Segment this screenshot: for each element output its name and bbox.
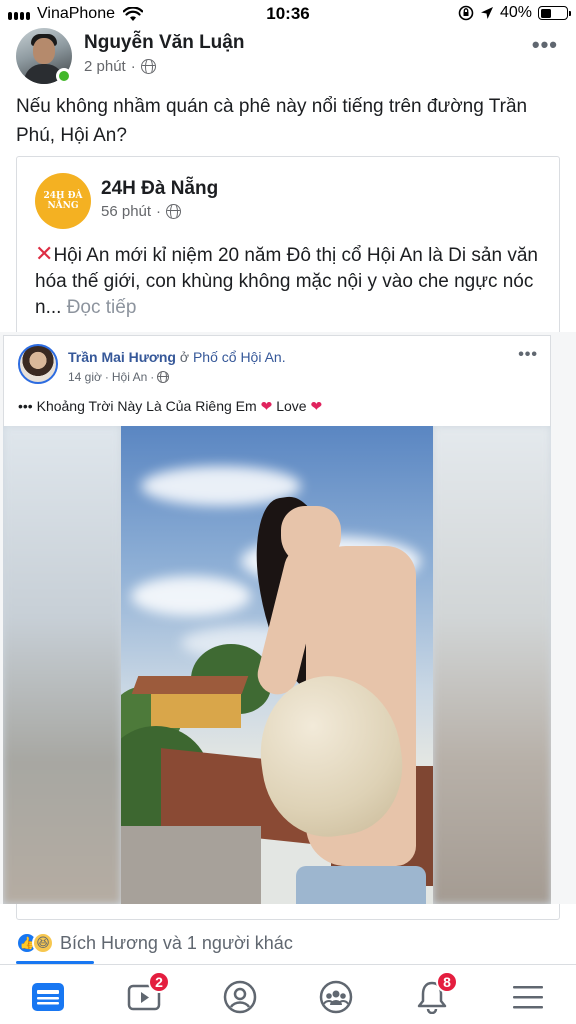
meta-separator: · <box>104 370 109 384</box>
online-status-dot <box>56 68 72 84</box>
meta-separator: · <box>150 370 155 384</box>
heart-icon: ❤ <box>310 398 323 414</box>
globe-icon <box>166 204 182 219</box>
meta-separator: · <box>130 58 136 75</box>
blurred-side-left <box>3 426 121 904</box>
status-right: 40% <box>458 4 571 22</box>
status-bar: VinaPhone 10:36 40% <box>0 0 576 28</box>
globe-icon <box>140 59 156 74</box>
globe-icon <box>157 371 170 383</box>
see-more-link[interactable]: Đọc tiếp <box>67 297 137 318</box>
blurred-side-right <box>433 426 551 904</box>
tab-groups[interactable] <box>316 977 356 1017</box>
shared-meta: 56 phút · <box>101 203 182 220</box>
reactions-text: Bích Hương và 1 người khác <box>60 932 293 953</box>
tab-news-feed[interactable] <box>28 977 68 1017</box>
embedded-place: Phố cổ Hội An. <box>192 349 286 365</box>
caption-text: Khoảng Trời Này Là Của Riêng Em <box>36 398 257 414</box>
red-x-icon: ✕ <box>35 241 54 266</box>
post-image[interactable]: Trần Mai Hương ở Phố cổ Hội An. 14 giờ ·… <box>0 332 576 904</box>
embedded-avatar <box>18 344 58 384</box>
battery-percent: 40% <box>499 4 532 21</box>
page-avatar[interactable]: 24H ĐÀ NẴNG <box>35 173 91 229</box>
tab-profile[interactable] <box>220 977 260 1017</box>
tab-menu[interactable] <box>508 977 548 1017</box>
more-options-icon[interactable]: ••• <box>532 34 558 56</box>
post-time[interactable]: 2 phút <box>84 58 126 75</box>
shared-time[interactable]: 56 phút <box>101 203 151 220</box>
battery-icon <box>538 6 571 20</box>
embedded-meta: 14 giờ · Hội An · <box>68 370 170 384</box>
groups-icon <box>319 980 353 1014</box>
shared-text-block: ✕Hội An mới kỉ niệm 20 năm Đô thị cổ Hội… <box>35 241 545 321</box>
news-feed-icon <box>32 983 64 1011</box>
battery-level <box>540 8 551 18</box>
embedded-more-icon: ••• <box>518 346 538 363</box>
location-arrow-icon <box>480 7 493 19</box>
embedded-author-line: Trần Mai Hương ở Phố cổ Hội An. <box>68 349 286 365</box>
profile-icon <box>223 980 257 1014</box>
meta-separator: · <box>156 203 162 220</box>
bottom-tab-bar: 2 8 <box>0 964 576 1024</box>
post-text: Nếu không nhầm quán cà phê này nổi tiếng… <box>16 96 528 146</box>
embedded-time: 14 giờ <box>68 370 102 384</box>
embedded-location: Hội An <box>111 370 148 384</box>
menu-icon <box>513 986 543 1009</box>
embedded-at: ở <box>179 349 190 365</box>
haha-icon: 😆 <box>32 932 54 954</box>
video-frame <box>3 426 551 904</box>
shared-page-name[interactable]: 24H Đà Nẵng <box>101 178 218 200</box>
notifications-badge: 8 <box>436 971 458 993</box>
rotation-lock-icon <box>458 5 474 21</box>
tab-notifications[interactable]: 8 <box>412 971 458 1017</box>
page-logo-text: 24H ĐÀ NẴNG <box>43 191 83 211</box>
watch-badge: 2 <box>148 971 170 993</box>
reactions-summary[interactable]: 👍 😆 Bích Hương và 1 người khác <box>16 932 293 954</box>
post-author[interactable]: Nguyễn Văn Luận <box>84 32 244 54</box>
embedded-caption: ••• Khoảng Trời Này Là Của Riêng Em ❤ Lo… <box>18 398 322 415</box>
tab-watch[interactable]: 2 <box>124 971 170 1017</box>
embedded-author: Trần Mai Hương <box>68 349 176 365</box>
heart-icon: ❤ <box>260 398 273 414</box>
post-header: Nguyễn Văn Luận 2 phút · ••• <box>16 26 560 86</box>
caption-prefix: ••• <box>18 398 33 414</box>
caption-love: Love <box>276 398 307 414</box>
photo <box>121 426 433 904</box>
post-meta: 2 phút · <box>84 58 156 75</box>
